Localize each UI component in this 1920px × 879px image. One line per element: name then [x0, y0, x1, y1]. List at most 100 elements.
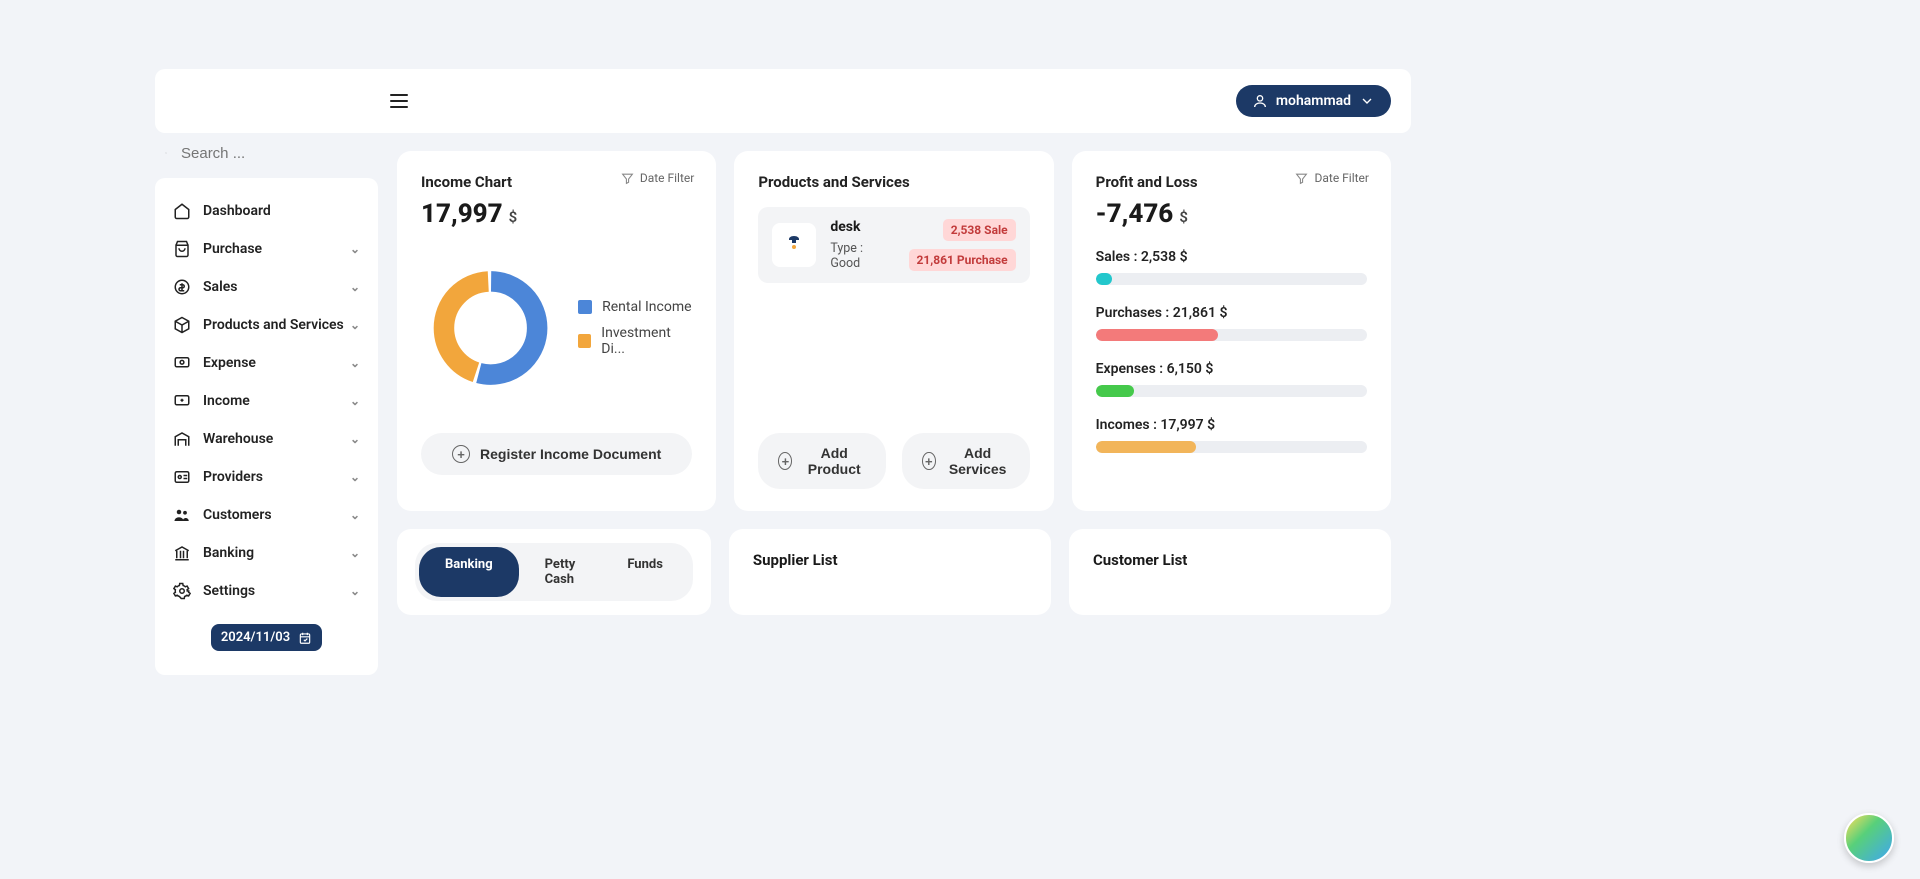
metric-bar [1096, 385, 1134, 397]
gear-icon [173, 582, 191, 600]
legend-label: Rental Income [602, 299, 691, 315]
currency-label: $ [509, 208, 518, 226]
tab-banking[interactable]: Banking [419, 547, 519, 597]
metric-bar [1096, 329, 1218, 341]
topbar: mohammad [155, 69, 1411, 133]
currency-label: $ [1179, 208, 1188, 226]
nav-customers[interactable]: Customers ⌄ [155, 496, 378, 534]
nav-providers[interactable]: Providers ⌄ [155, 458, 378, 496]
product-item[interactable]: desk Type : Good 2,538 Sale 21,861 Purch… [758, 207, 1029, 283]
user-name: mohammad [1276, 93, 1351, 109]
legend-item: Investment Di... [578, 325, 692, 357]
tab-label: Funds [627, 557, 663, 572]
nav-expense[interactable]: Expense ⌄ [155, 344, 378, 382]
accounts-tabs-card: Banking Petty Cash Funds [397, 529, 711, 615]
search-input[interactable] [181, 145, 380, 162]
metric-incomes: Incomes : 17,997 $ [1096, 417, 1367, 453]
nav-dashboard[interactable]: Dashboard [155, 192, 378, 230]
nav-label: Expense [203, 355, 256, 371]
chevron-down-icon: ⌄ [350, 432, 360, 446]
nav-purchase[interactable]: Purchase ⌄ [155, 230, 378, 268]
nav-sales[interactable]: Sales ⌄ [155, 268, 378, 306]
sidebar-date[interactable]: 2024/11/03 [211, 624, 322, 651]
metric-expenses: Expenses : 6,150 $ [1096, 361, 1367, 397]
legend-color-icon [578, 300, 592, 314]
filter-label: Date Filter [640, 171, 695, 185]
legend-item: Rental Income [578, 299, 692, 315]
chevron-down-icon: ⌄ [350, 242, 360, 256]
add-product-button[interactable]: + Add Product [758, 433, 886, 489]
date-filter-button[interactable]: Date Filter [1295, 171, 1369, 185]
chevron-down-icon: ⌄ [350, 394, 360, 408]
bank-icon [173, 544, 191, 562]
chevron-down-icon: ⌄ [350, 546, 360, 560]
nav-label: Settings [203, 583, 255, 599]
profit-loss-card: Profit and Loss Date Filter -7,476 $ Sal… [1072, 151, 1391, 511]
purchase-tag: 21,861 Purchase [909, 249, 1016, 271]
menu-toggle[interactable] [390, 94, 408, 108]
metric-label: Purchases : 21,861 $ [1096, 305, 1367, 321]
nav-label: Providers [203, 469, 263, 485]
plus-icon: + [452, 445, 470, 463]
nav-label: Income [203, 393, 250, 409]
button-label: Add Services [946, 445, 1010, 477]
chevron-down-icon: ⌄ [350, 584, 360, 598]
button-label: Add Product [802, 445, 866, 477]
nav-settings[interactable]: Settings ⌄ [155, 572, 378, 610]
plus-icon: + [922, 452, 936, 470]
nav-label: Dashboard [203, 203, 271, 219]
nav-income[interactable]: Income ⌄ [155, 382, 378, 420]
home-icon [173, 202, 191, 220]
register-income-button[interactable]: + Register Income Document [421, 433, 692, 475]
accounts-tabs: Banking Petty Cash Funds [415, 543, 693, 601]
metric-bar [1096, 441, 1196, 453]
nav-warehouse[interactable]: Warehouse ⌄ [155, 420, 378, 458]
income-value: 17,997 [421, 199, 503, 229]
filter-icon [621, 172, 634, 185]
nav-label: Warehouse [203, 431, 273, 447]
tab-funds[interactable]: Funds [601, 547, 689, 597]
legend-color-icon [578, 334, 591, 348]
income-chart-card: Income Chart Date Filter 17,997 $ Rental… [397, 151, 716, 511]
pl-value: -7,476 [1096, 199, 1174, 229]
support-fab[interactable] [1844, 813, 1894, 863]
date-filter-button[interactable]: Date Filter [621, 171, 695, 185]
nav-label: Products and Services [203, 317, 344, 333]
search-icon [165, 143, 167, 163]
metric-label: Sales : 2,538 $ [1096, 249, 1367, 265]
chevron-down-icon: ⌄ [350, 508, 360, 522]
products-services-card: Products and Services desk Type : Good 2… [734, 151, 1053, 511]
product-icon [772, 223, 816, 267]
user-menu[interactable]: mohammad [1236, 85, 1391, 117]
chevron-down-icon: ⌄ [350, 470, 360, 484]
tab-label: Banking [445, 557, 493, 572]
add-services-button[interactable]: + Add Services [902, 433, 1030, 489]
sidebar: Dashboard Purchase ⌄ Sales ⌄ Products an… [155, 178, 378, 675]
chart-legend: Rental Income Investment Di... [578, 289, 692, 367]
tab-petty-cash[interactable]: Petty Cash [519, 547, 602, 597]
filter-label: Date Filter [1314, 171, 1369, 185]
product-name: desk [830, 219, 894, 235]
id-icon [173, 468, 191, 486]
chevron-down-icon: ⌄ [350, 356, 360, 370]
income-icon [173, 392, 191, 410]
people-icon [173, 506, 191, 524]
metric-sales: Sales : 2,538 $ [1096, 249, 1367, 285]
tab-label: Petty Cash [545, 557, 576, 587]
plus-icon: + [778, 452, 792, 470]
bag-icon [173, 240, 191, 258]
donut-chart [429, 263, 552, 393]
sale-tag: 2,538 Sale [943, 219, 1016, 241]
calendar-icon [298, 631, 312, 645]
nav-banking[interactable]: Banking ⌄ [155, 534, 378, 572]
nav-label: Sales [203, 279, 237, 295]
product-type: Type : Good [830, 241, 894, 271]
button-label: Register Income Document [480, 446, 661, 462]
warehouse-icon [173, 430, 191, 448]
box-icon [173, 316, 191, 334]
nav-label: Customers [203, 507, 272, 523]
metric-label: Incomes : 17,997 $ [1096, 417, 1367, 433]
metric-label: Expenses : 6,150 $ [1096, 361, 1367, 377]
supplier-list-card: Supplier List [729, 529, 1051, 615]
nav-products[interactable]: Products and Services ⌄ [155, 306, 378, 344]
